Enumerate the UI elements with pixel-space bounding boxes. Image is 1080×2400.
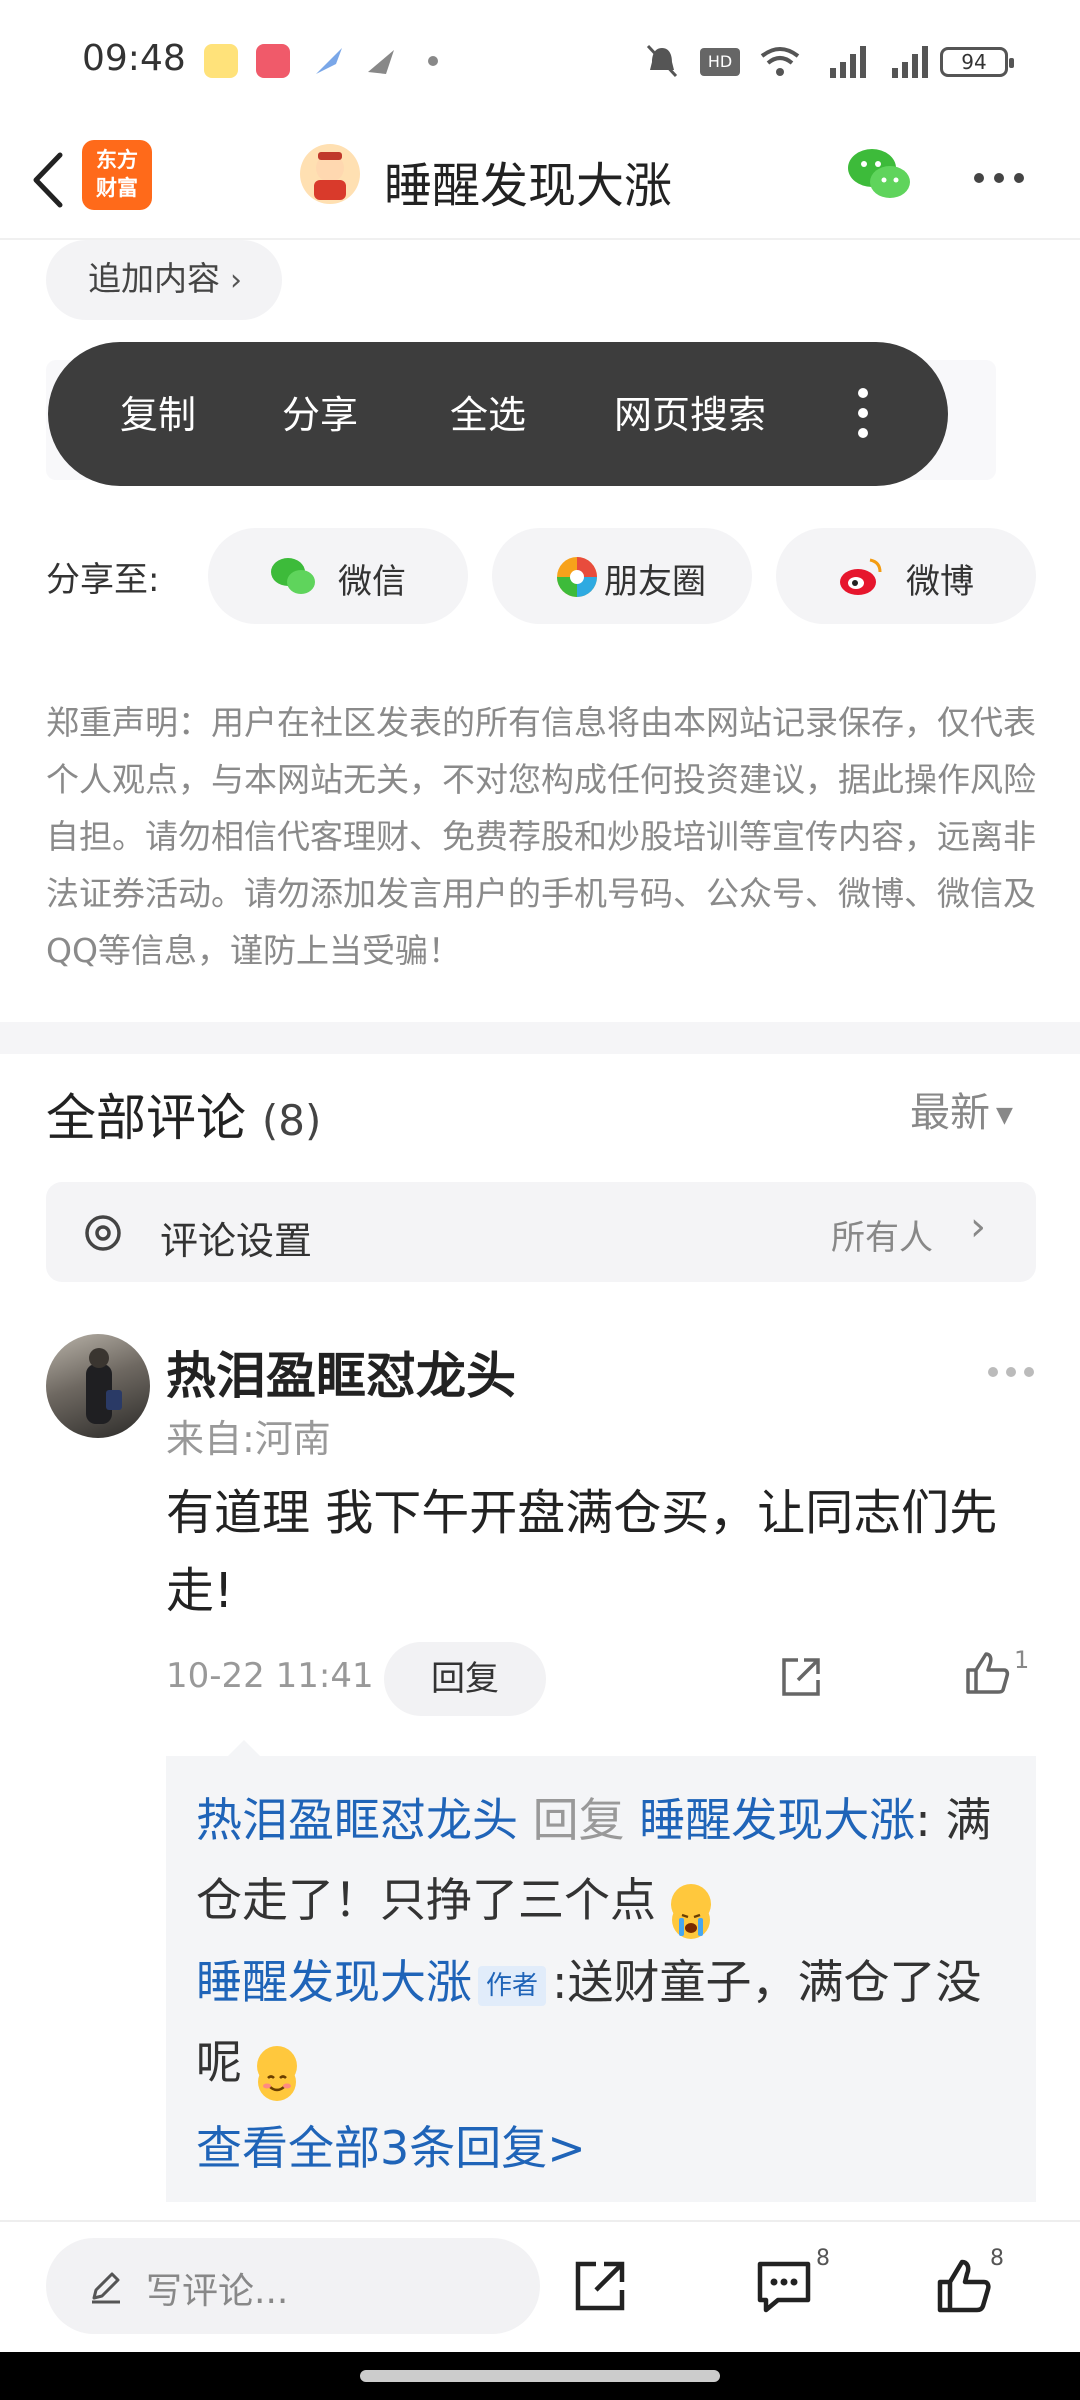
battery-icon: 94: [940, 47, 1014, 77]
disclaimer-text: 郑重声明：用户在社区发表的所有信息将由本网站记录保存，仅代表个人观点，与本网站无…: [46, 703, 1036, 970]
more-dots-icon[interactable]: [974, 168, 1034, 183]
share-wechat-button[interactable]: 微信: [208, 528, 468, 624]
comment-text: 有道理 我下午开盘满仓买，让同志们先走!: [166, 1485, 998, 1619]
status-time: 09:48: [82, 38, 186, 79]
commenter-location: 来自:河南: [166, 1417, 331, 1461]
popup-web-search[interactable]: 网页搜索: [614, 384, 766, 439]
reply-1-from-user[interactable]: 热泪盈眶怼龙头: [196, 1793, 518, 1847]
person-photo: [86, 1348, 122, 1424]
write-comment-placeholder: 写评论...: [146, 2271, 289, 2312]
wifi-icon: [760, 47, 800, 76]
more-notifications-dot: [428, 56, 438, 66]
share-label: 分享至:: [46, 560, 160, 600]
comments-heading-label: 全部评论: [46, 1089, 246, 1147]
comment-settings-label: 评论设置: [160, 1219, 313, 1263]
reply-2-from-user[interactable]: 睡醒发现大涨: [196, 1955, 472, 2009]
reply-1-to-user[interactable]: 睡醒发现大涨: [639, 1793, 915, 1847]
add-content-label: 追加内容: [88, 259, 220, 298]
smile-emoji-icon: [256, 2045, 297, 2101]
author-tag: 作者: [478, 1965, 547, 2006]
crying-emoji-icon: [670, 1883, 711, 1939]
chevron-right-icon: ›: [970, 1204, 986, 1250]
commenter-name[interactable]: 热泪盈眶怼龙头: [166, 1336, 516, 1408]
kite-notification-icon: [316, 48, 342, 74]
popup-share[interactable]: 分享: [282, 384, 358, 439]
status-bar: 09:48 HD 94: [0, 0, 1080, 120]
section-divider: [0, 1022, 1080, 1054]
signal-5g-icon: [830, 46, 866, 78]
comment-bubble-icon[interactable]: [754, 2256, 814, 2316]
share-moments-button[interactable]: 朋友圈: [492, 528, 752, 624]
pencil-icon: [92, 2272, 120, 2304]
sort-dropdown[interactable]: 最新 ▼: [910, 1080, 1013, 1138]
reply-1-reply-word: 回复: [532, 1793, 625, 1847]
mute-icon: [646, 44, 678, 78]
add-content-button[interactable]: 追加内容 ›: [46, 240, 282, 320]
mascot-icon: [314, 152, 346, 200]
reply-1-sep: :: [915, 1793, 931, 1847]
share-wechat-label: 微信: [338, 562, 406, 602]
reply-button[interactable]: 回复: [384, 1642, 546, 1716]
weibo-notification-icon: [204, 44, 238, 78]
share-moments-label: 朋友圈: [604, 562, 706, 602]
share-icon[interactable]: [570, 2256, 630, 2316]
comments-heading: 全部评论 (8): [46, 1078, 321, 1150]
comments-count: (8): [261, 1096, 322, 1145]
comment-count: 8: [816, 2246, 830, 2271]
text-selection-popup: 复制 分享 全选 网页搜索: [48, 342, 948, 486]
view-all-replies-link[interactable]: 查看全部3条回复>: [196, 2112, 586, 2178]
popup-select-all[interactable]: 全选: [450, 384, 526, 439]
like-count: 1: [1014, 1646, 1030, 1674]
moments-icon: [557, 557, 597, 597]
like-count-total: 8: [990, 2246, 1004, 2271]
comment-time: 10-22 11:41: [166, 1656, 374, 1696]
share-weibo-button[interactable]: 微博: [776, 528, 1036, 624]
app-logo-line-1: 东方: [96, 148, 138, 172]
page-title: 睡醒发现大涨: [384, 158, 673, 214]
reply-line-1: 热泪盈眶怼龙头 回复 睡醒发现大涨: 满仓走了！只挣了三个点: [196, 1780, 1016, 1940]
app-logo[interactable]: 东方 财富: [82, 140, 152, 210]
caret-down-icon: ▼: [996, 1102, 1013, 1128]
weibo-icon: [840, 558, 882, 595]
home-indicator[interactable]: [360, 2370, 720, 2382]
comment-settings-row[interactable]: 评论设置 所有人 ›: [46, 1182, 1036, 1282]
app-logo-line-2: 财富: [96, 176, 138, 200]
share-weibo-label: 微博: [906, 562, 974, 602]
commenter-avatar[interactable]: [46, 1334, 150, 1438]
chevron-left-icon[interactable]: [24, 145, 74, 215]
share-icon[interactable]: [778, 1654, 824, 1700]
reply-line-2: 睡醒发现大涨 作者:送财童子，满仓了没呢: [196, 1942, 1016, 2102]
reply-2-sep: :: [552, 1955, 568, 2009]
chevron-right-icon: ›: [230, 263, 242, 298]
popup-more-icon[interactable]: [858, 388, 868, 438]
send-notification-icon: [368, 50, 394, 74]
popup-copy[interactable]: 复制: [120, 384, 196, 439]
write-comment-input[interactable]: 写评论...: [46, 2238, 540, 2334]
gear-icon: [85, 1215, 121, 1251]
comment-settings-value: 所有人: [831, 1218, 933, 1258]
signal-5g-icon-2: [892, 46, 928, 78]
wechat-icon[interactable]: [846, 146, 912, 202]
author-avatar[interactable]: [300, 144, 360, 204]
thumbs-up-icon[interactable]: [962, 1648, 1012, 1698]
thumbs-up-icon[interactable]: [934, 2256, 994, 2316]
sort-label: 最新: [910, 1090, 990, 1136]
hd-icon: HD: [700, 48, 740, 76]
app-notification-icon: [256, 44, 290, 78]
comment-more-icon[interactable]: [988, 1362, 1048, 1377]
wechat-icon: [271, 558, 315, 594]
